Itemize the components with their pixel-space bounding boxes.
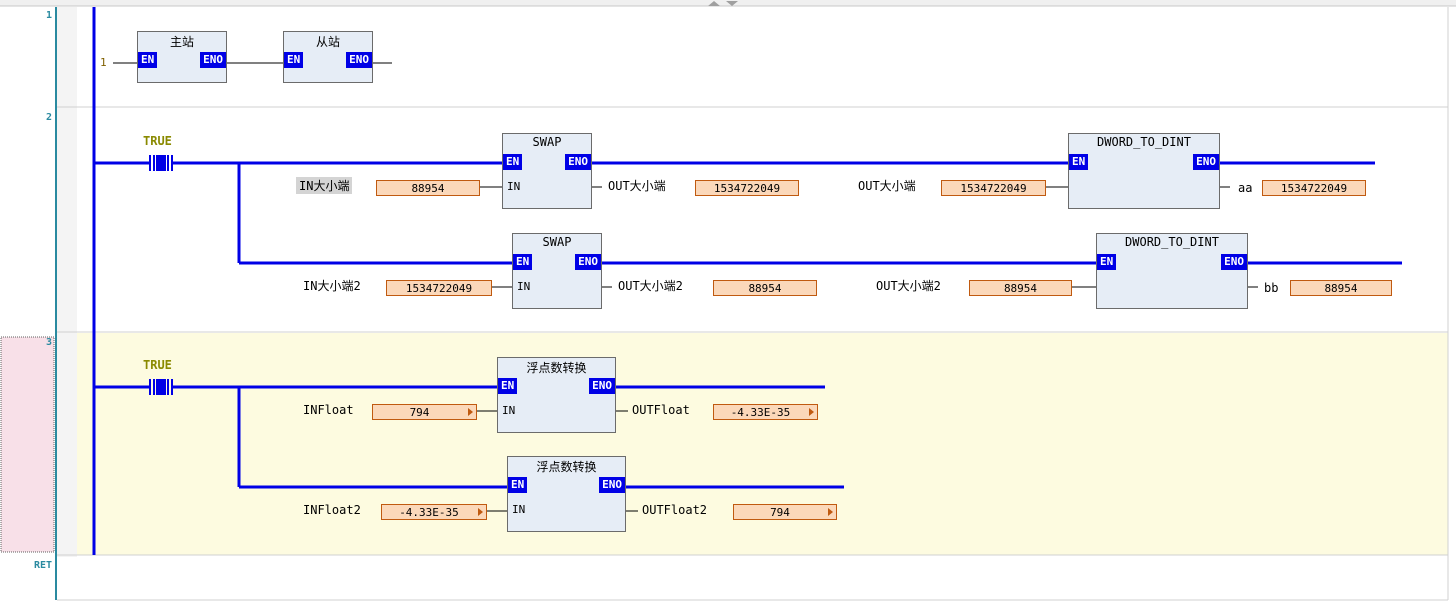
out-endian-label[interactable]: OUT大小端 [608,177,666,194]
gutter-strip [57,7,77,557]
eno-pin[interactable]: ENO [1221,254,1247,270]
eno-pin[interactable]: ENO [575,254,601,270]
en-pin[interactable]: EN [284,52,304,68]
infloat-value[interactable]: 794 [372,404,477,420]
conv2-input-value[interactable]: 88954 [969,280,1072,296]
block-title: DWORD_TO_DINT [1097,135,1191,149]
float-convert-block[interactable]: 浮点数转换 EN ENO IN [497,357,616,433]
dword-to-dint-block-2[interactable]: DWORD_TO_DINT EN ENO [1096,233,1248,309]
en-pin[interactable]: EN [508,477,528,493]
aa-value[interactable]: 1534722049 [1262,180,1366,196]
en-pin[interactable]: EN [1069,154,1089,170]
eno-pin[interactable]: ENO [589,378,615,394]
swap-block[interactable]: SWAP EN ENO IN [502,133,592,209]
rung-number: RET [33,560,52,571]
in-pin[interactable]: IN [512,503,525,516]
en-pin[interactable]: EN [138,52,158,68]
editor-top-border [0,0,1456,6]
en-pin[interactable]: EN [513,254,533,270]
rung-number: 2 [45,112,52,123]
block-title: SWAP [532,135,562,149]
eno-pin[interactable]: ENO [599,477,625,493]
in-pin[interactable]: IN [502,404,515,417]
rung3-highlight [77,333,1448,555]
bb-label[interactable]: bb [1264,281,1278,295]
float-convert-block-2[interactable]: 浮点数转换 EN ENO IN [507,456,626,532]
out-endian-value[interactable]: 1534722049 [695,180,799,196]
dword-to-dint-block[interactable]: DWORD_TO_DINT EN ENO [1068,133,1220,209]
in-pin[interactable]: IN [507,180,520,193]
rung1-input-constant[interactable]: 1 [100,56,107,69]
block-title: SWAP [542,235,572,249]
rung-number: 3 [45,337,52,348]
block-title: 从站 [315,35,340,49]
bb-value[interactable]: 88954 [1290,280,1392,296]
block-title: 浮点数转换 [536,460,597,474]
conv-input-value[interactable]: 1534722049 [941,180,1046,196]
in-endian-value[interactable]: 88954 [376,180,480,196]
block-title: DWORD_TO_DINT [1125,235,1219,249]
infloat2-label[interactable]: INFloat2 [303,503,361,517]
outfloat-label[interactable]: OUTFloat [632,403,690,417]
infloat2-value[interactable]: -4.33E-35 [381,504,487,520]
outfloat-value[interactable]: -4.33E-35 [713,404,818,420]
in-endian2-label[interactable]: IN大小端2 [303,277,361,294]
en-pin[interactable]: EN [503,154,523,170]
contact-body [156,155,166,171]
eno-pin[interactable]: ENO [200,52,226,68]
block-title: 浮点数转换 [526,361,587,375]
swap-block-2[interactable]: SWAP EN ENO IN [512,233,602,309]
eno-pin[interactable]: ENO [565,154,591,170]
rung3-selection [0,336,55,553]
contact-label: TRUE [143,358,172,372]
conv-input-label[interactable]: OUT大小端 [858,177,916,194]
eno-pin[interactable]: ENO [1193,154,1219,170]
infloat-label[interactable]: INFloat [303,403,354,417]
ladder-editor: 1 2 3 RET 1 主站 EN ENO 从站 EN ENO TRUE IN大… [0,0,1456,605]
out-endian2-label[interactable]: OUT大小端2 [618,277,683,294]
block-title: 主站 [169,35,194,49]
in-endian2-value[interactable]: 1534722049 [386,280,492,296]
outfloat2-value[interactable]: 794 [733,504,837,520]
master-station-block[interactable]: 主站 EN ENO [137,31,227,83]
in-endian-label[interactable]: IN大小端 [296,177,353,194]
conv2-input-label[interactable]: OUT大小端2 [876,277,941,294]
contact-label: TRUE [143,134,172,148]
rung-number: 1 [45,10,52,21]
en-pin[interactable]: EN [1097,254,1117,270]
outfloat2-label[interactable]: OUTFloat2 [642,503,707,517]
slave-station-block[interactable]: 从站 EN ENO [283,31,373,83]
in-pin[interactable]: IN [517,280,530,293]
aa-label[interactable]: aa [1238,181,1252,195]
eno-pin[interactable]: ENO [346,52,372,68]
out-endian2-value[interactable]: 88954 [713,280,817,296]
en-pin[interactable]: EN [498,378,518,394]
contact-body [156,379,166,395]
